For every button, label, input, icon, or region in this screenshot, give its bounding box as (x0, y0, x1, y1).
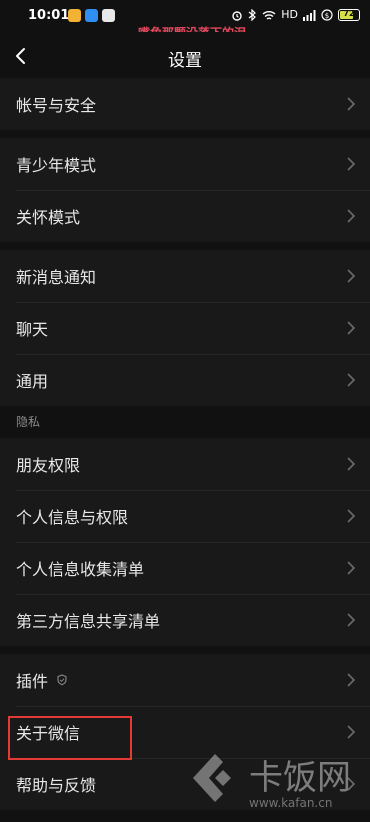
settings-item-label: 通用 (16, 372, 49, 391)
settings-item-account-security[interactable]: 帐号与安全 (0, 78, 370, 130)
page-title: 设置 (168, 51, 202, 71)
settings-item-label: 青少年模式 (16, 156, 97, 175)
network-label: HD (281, 8, 298, 21)
notification-icons (68, 9, 115, 22)
kafan-logo-icon (193, 754, 231, 802)
chevron-right-icon (347, 269, 356, 283)
app-notification-icon (102, 9, 115, 22)
settings-item-label: 关于微信 (16, 724, 81, 743)
status-time: 10:01 (28, 8, 70, 23)
chevron-right-icon (347, 321, 356, 335)
chevron-right-icon (347, 613, 356, 627)
settings-item-general[interactable]: 通用 (0, 354, 370, 406)
divider (0, 646, 370, 654)
app-notification-icon (68, 9, 81, 22)
settings-item-care-mode[interactable]: 关怀模式 (0, 190, 370, 242)
chevron-right-icon (347, 561, 356, 575)
settings-item-third-party-sharing[interactable]: 第三方信息共享清单 (0, 594, 370, 646)
settings-item-chat[interactable]: 聊天 (0, 302, 370, 354)
chevron-right-icon (347, 509, 356, 523)
chevron-right-icon (347, 373, 356, 387)
settings-item-personal-info-collection[interactable]: 个人信息收集清单 (0, 542, 370, 594)
divider (0, 242, 370, 250)
settings-group-modes: 青少年模式 关怀模式 (0, 138, 370, 242)
settings-item-notifications[interactable]: 新消息通知 (0, 250, 370, 302)
settings-item-personal-info-permissions[interactable]: 个人信息与权限 (0, 490, 370, 542)
watermark: 卡饭网 www.kafan.cn (185, 746, 365, 820)
settings-item-label: 第三方信息共享清单 (16, 612, 161, 631)
bluetooth-icon (248, 9, 257, 21)
settings-group-general: 新消息通知 聊天 通用 (0, 250, 370, 406)
chevron-right-icon (347, 97, 356, 111)
chevron-right-icon (347, 209, 356, 223)
settings-group-privacy: 朋友权限 个人信息与权限 个人信息收集清单 第三方信息共享清单 (0, 438, 370, 646)
header: 设置 (0, 32, 370, 80)
settings-item-friend-permissions[interactable]: 朋友权限 (0, 438, 370, 490)
settings-item-label: 新消息通知 (16, 268, 97, 287)
settings-item-label: 个人信息收集清单 (16, 560, 145, 579)
chevron-right-icon (347, 457, 356, 471)
settings-group-account: 帐号与安全 (0, 78, 370, 130)
battery-level: 72 (343, 9, 355, 18)
status-icons: HD $ 72 (231, 8, 360, 22)
settings-item-plugins[interactable]: 插件 (0, 654, 370, 706)
settings-item-label: 插件 (16, 672, 49, 691)
settings-list: 帐号与安全 青少年模式 关怀模式 新消息通知 聊天 通用 隐私 朋友权限 个人信… (0, 78, 370, 810)
section-label-privacy: 隐私 (0, 406, 370, 438)
signal-icon (303, 9, 316, 21)
shield-icon (57, 674, 67, 686)
watermark-brand: 卡饭网 (249, 758, 351, 798)
svg-text:$: $ (325, 12, 329, 20)
chevron-right-icon (347, 725, 356, 739)
settings-item-teen-mode[interactable]: 青少年模式 (0, 138, 370, 190)
settings-item-label: 帐号与安全 (16, 96, 97, 115)
settings-item-label: 帮助与反馈 (16, 776, 97, 795)
settings-item-label: 关怀模式 (16, 208, 81, 227)
alarm-icon (232, 11, 242, 21)
settings-item-label: 朋友权限 (16, 456, 81, 475)
divider (0, 130, 370, 138)
battery-icon: 72 (338, 9, 360, 21)
watermark-url: www.kafan.cn (249, 796, 333, 810)
data-saver-icon: $ (321, 9, 333, 21)
settings-item-label: 个人信息与权限 (16, 508, 129, 527)
app-notification-icon (85, 9, 98, 22)
settings-item-label: 聊天 (16, 320, 49, 339)
chevron-right-icon (347, 157, 356, 171)
chevron-right-icon (347, 673, 356, 687)
wifi-icon (262, 10, 276, 20)
